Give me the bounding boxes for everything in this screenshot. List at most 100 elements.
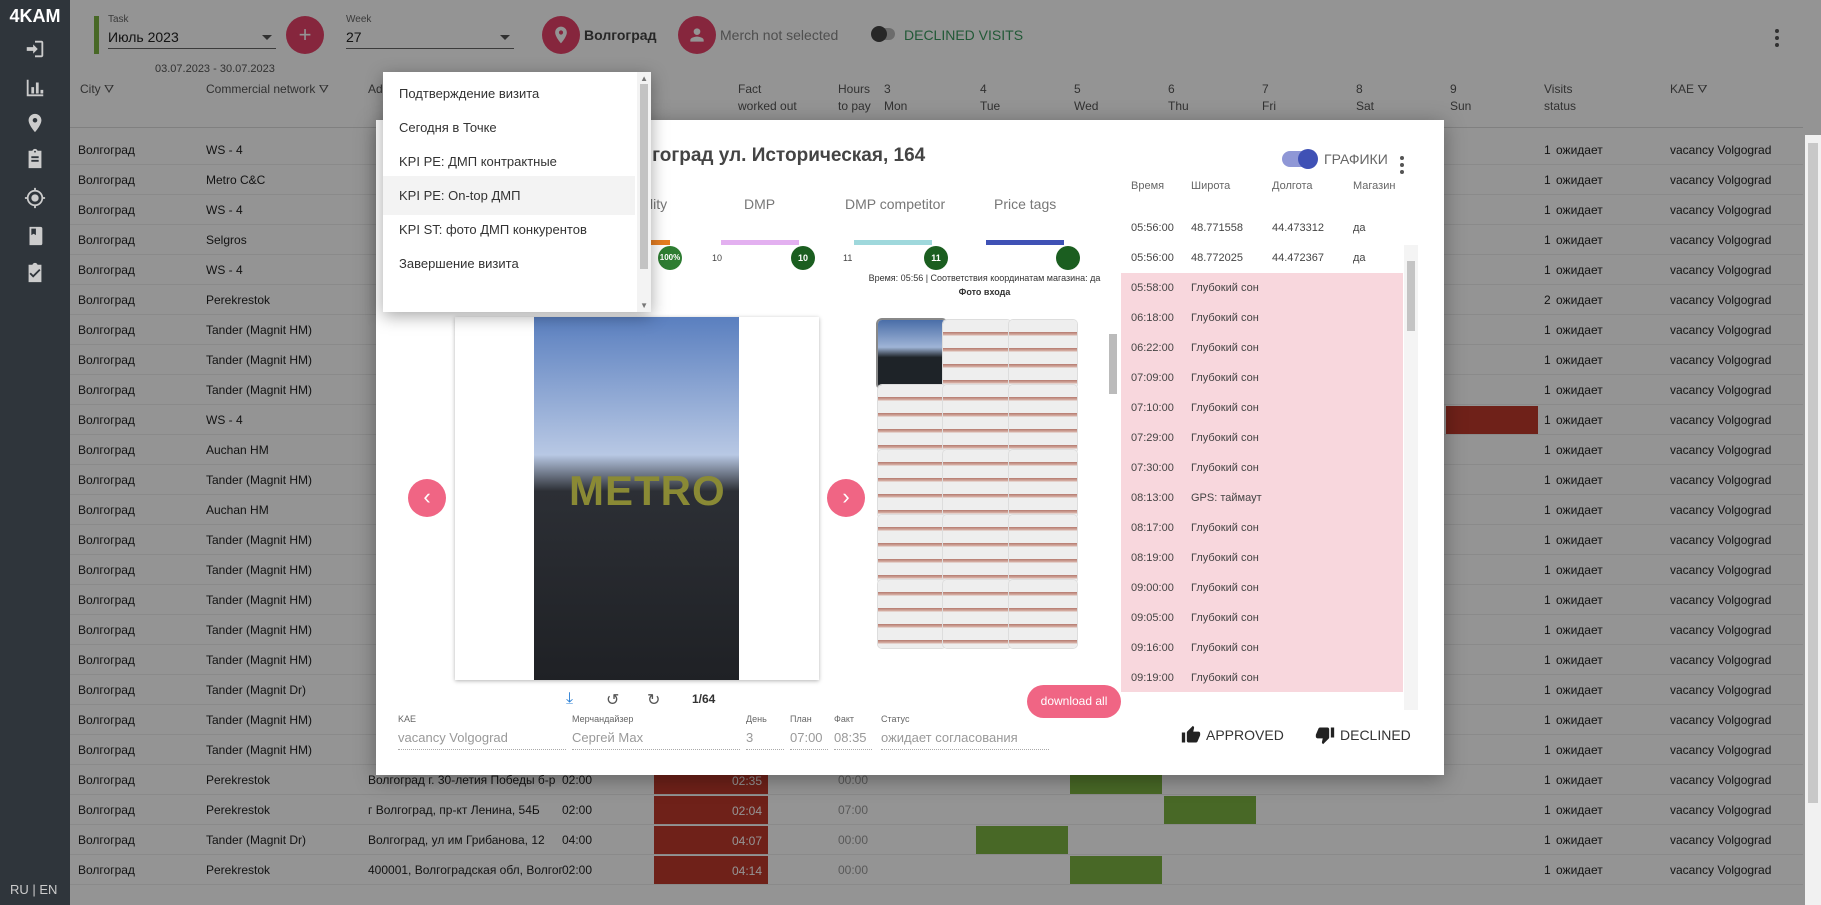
log-time: 08:19:00 (1131, 552, 1174, 564)
gps-log-row: 09:00:00 Глубокий сон (1121, 573, 1403, 603)
photo-thumbnail[interactable] (878, 515, 946, 583)
log-time: 07:09:00 (1131, 372, 1174, 384)
gps-log-row: 08:19:00 Глубокий сон (1121, 543, 1403, 573)
col-longitude[interactable]: Долгота (1272, 165, 1313, 207)
col-shop: Магазин (1353, 180, 1396, 192)
photo-thumbnail[interactable] (1009, 515, 1077, 583)
log-latitude: Глубокий сон (1191, 402, 1259, 414)
gps-log-row: 09:19:00 Глубокий сон (1121, 663, 1403, 692)
photo-thumbnail[interactable] (878, 450, 946, 518)
gps-log-row: 07:10:00 Глубокий сон (1121, 393, 1403, 423)
log-latitude: Глубокий сон (1191, 582, 1259, 594)
log-latitude: Глубокий сон (1191, 522, 1259, 534)
photo-viewer[interactable]: METRO (455, 317, 819, 680)
photo-thumbnail[interactable] (878, 385, 946, 453)
scroll-up-icon[interactable]: ▲ (640, 74, 648, 83)
target-icon[interactable] (24, 187, 46, 209)
col-latitude[interactable]: Широта (1191, 165, 1230, 207)
dropdown-scrollbar[interactable] (637, 72, 651, 312)
task-check-icon[interactable] (24, 262, 46, 284)
photo-thumbnail[interactable] (878, 320, 946, 388)
scroll-down-icon[interactable]: ▼ (640, 301, 648, 310)
chevron-left-icon: ‹ (423, 484, 431, 509)
dropdown-item[interactable]: Завершение визита (383, 244, 635, 283)
log-latitude: Глубокий сон (1191, 282, 1259, 294)
gps-log-row: 07:30:00 Глубокий сон (1121, 453, 1403, 483)
log-time: 08:13:00 (1131, 492, 1174, 504)
app-root: 4KAM RU | EN Task Июль 2023 03.07.2023 -… (0, 0, 1821, 905)
photo-sign-text: METRO (569, 467, 726, 514)
metric-dmp-badge: 10 (791, 246, 815, 270)
gps-log-row: 08:17:00 Глубокий сон (1121, 513, 1403, 543)
photo-thumbnail[interactable] (943, 450, 1011, 518)
metric-dmp-label: DMP (744, 196, 776, 212)
next-photo-button[interactable]: › (827, 479, 865, 517)
metric-dmp-bar (721, 240, 799, 245)
log-latitude: Глубокий сон (1191, 432, 1259, 444)
photo-thumbnails (876, 318, 1098, 676)
prev-photo-button[interactable]: ‹ (408, 479, 446, 517)
photo-thumbnail[interactable] (943, 320, 1011, 388)
metric-dmp-num: 10 (712, 253, 723, 263)
photo-thumbnail[interactable] (943, 385, 1011, 453)
clipboard-icon[interactable] (24, 148, 46, 170)
rotate-left-icon[interactable]: ↺ (606, 690, 619, 710)
app-logo: 4KAM (9, 6, 61, 26)
reports-icon[interactable] (24, 77, 46, 99)
download-icon[interactable]: ⤓ (566, 690, 573, 708)
photo-thumbnail[interactable] (1009, 320, 1077, 388)
log-shop: да (1353, 252, 1366, 264)
photo-meta: Время: 05:56 | Соответствия координатам … (868, 273, 1101, 297)
gps-log-row: 06:22:00 Глубокий сон (1121, 333, 1403, 363)
log-time: 05:56:00 (1131, 252, 1174, 264)
approve-button[interactable]: APPROVED (1180, 725, 1284, 745)
thumb-up-icon (1181, 725, 1201, 743)
photo-thumbnail[interactable] (943, 515, 1011, 583)
language-switch[interactable]: RU | EN (10, 882, 57, 897)
info-merchandiser: Мерчандайзер Сергей Мах (572, 714, 740, 750)
chevron-right-icon: › (842, 484, 850, 509)
log-time: 08:17:00 (1131, 522, 1174, 534)
log-time: 07:29:00 (1131, 432, 1174, 444)
photo-thumbnail[interactable] (1009, 580, 1077, 648)
modal-title: лгоград ул. Историческая, 164 (640, 145, 926, 166)
book-icon[interactable] (24, 225, 46, 247)
metric-dmp-competitor-bar (854, 240, 932, 245)
photo-category-dropdown: Подтверждение визита Сегодня в Точке KPI P… (383, 72, 651, 312)
gps-log-row: 07:29:00 Глубокий сон (1121, 423, 1403, 453)
photo-thumbnail[interactable] (943, 580, 1011, 648)
photo-thumbnail[interactable] (1009, 450, 1077, 518)
log-latitude: Глубокий сон (1191, 372, 1259, 384)
gps-log-body: 05:56:00 48.771558 44.473312 да 05:56:00 48.7… (1121, 213, 1403, 692)
location-icon[interactable] (24, 112, 46, 134)
log-latitude: Глубокий сон (1191, 342, 1259, 354)
log-time: 05:58:00 (1131, 282, 1174, 294)
thumbnail-scrollbar[interactable] (1106, 318, 1118, 676)
metric-dmp-competitor-label: DMP competitor (845, 196, 946, 212)
rotate-right-icon[interactable]: ↻ (647, 690, 660, 710)
gps-log-row: 08:13:00 GPS: таймаут (1121, 483, 1403, 513)
log-latitude: Глубокий сон (1191, 672, 1259, 684)
metric-dmp-competitor-badge: 11 (924, 246, 948, 270)
gps-log-scrollbar[interactable] (1404, 245, 1418, 710)
col-time[interactable]: Время (1131, 165, 1164, 207)
decline-button[interactable]: DECLINED (1314, 725, 1411, 745)
gps-log-row: 05:56:00 48.772025 44.472367 да (1121, 243, 1403, 273)
photo-thumbnail[interactable] (1009, 385, 1077, 453)
sidebar: 4KAM RU | EN (0, 0, 70, 905)
metric-price-tags-bar (986, 240, 1064, 245)
page-scrollbar[interactable] (1805, 135, 1821, 905)
log-time: 09:19:00 (1131, 672, 1174, 684)
log-latitude: Глубокий сон (1191, 552, 1259, 564)
metric-dmp-competitor-num: 11 (843, 253, 853, 263)
log-time: 05:56:00 (1131, 222, 1174, 234)
log-latitude: Глубокий сон (1191, 462, 1259, 474)
log-latitude: 48.771558 (1191, 222, 1243, 234)
logout-icon[interactable] (24, 38, 46, 60)
log-latitude: Глубокий сон (1191, 642, 1259, 654)
photo-thumbnail[interactable] (878, 580, 946, 648)
info-plan: План 07:00 (790, 714, 828, 750)
info-day: День 3 (746, 714, 784, 750)
gps-log-row: 05:56:00 48.771558 44.473312 да (1121, 213, 1403, 243)
log-longitude: 44.472367 (1272, 252, 1324, 264)
